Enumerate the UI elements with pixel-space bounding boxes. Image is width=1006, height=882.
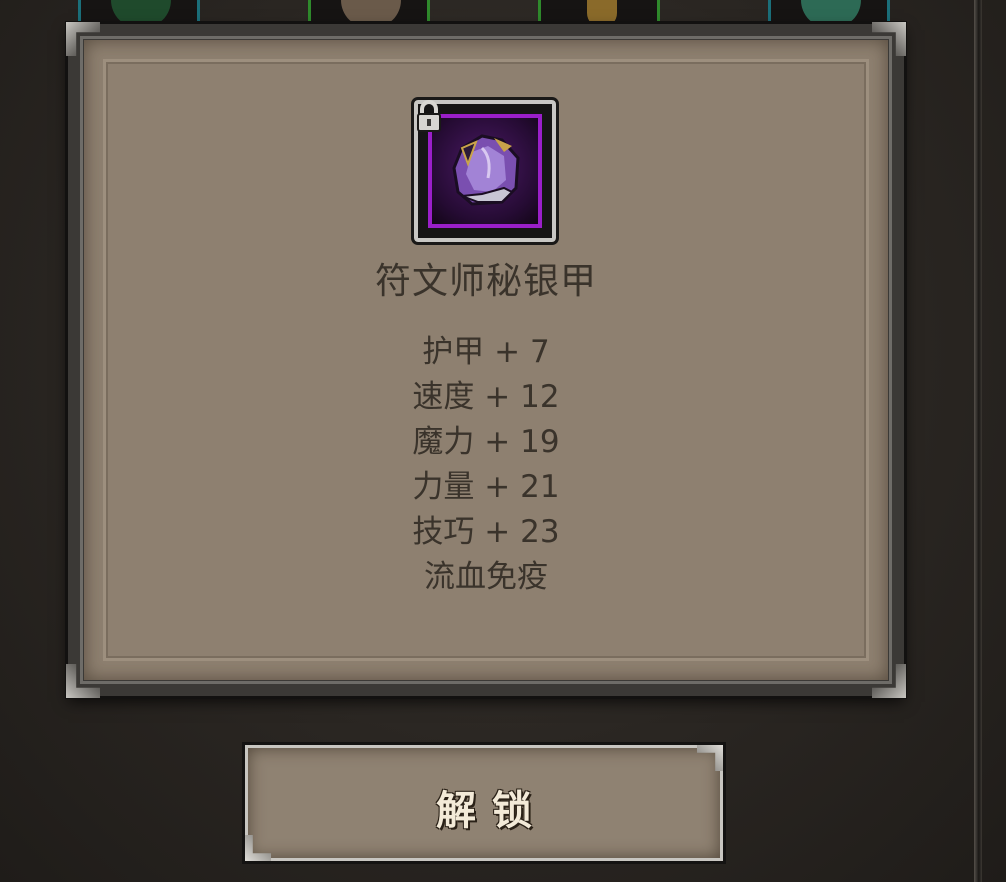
scroll-edge: [974, 0, 982, 882]
button-corner: [697, 745, 723, 771]
item-name: 符文师秘银甲: [374, 261, 597, 302]
item-rarity-border: [428, 114, 542, 228]
button-corner: [245, 835, 271, 861]
stat-magic: 魔力 + 19: [412, 424, 560, 460]
unlock-button-label: 解锁: [436, 788, 548, 834]
item-icon-frame: [411, 97, 559, 245]
stat-strength: 力量 + 21: [412, 469, 560, 505]
stat-skill: 技巧 + 23: [412, 514, 560, 550]
item-stats-list: 护甲 + 7 速度 + 12 魔力 + 19 力量 + 21 技巧 + 23 流…: [68, 330, 904, 600]
purple-armor-icon: [452, 134, 520, 206]
stat-armor: 护甲 + 7: [422, 334, 550, 370]
lock-icon: [417, 100, 441, 132]
stat-speed: 速度 + 12: [412, 379, 560, 415]
stat-bleed-immunity: 流血免疫: [424, 559, 548, 595]
unlock-button[interactable]: 解锁: [242, 742, 726, 864]
